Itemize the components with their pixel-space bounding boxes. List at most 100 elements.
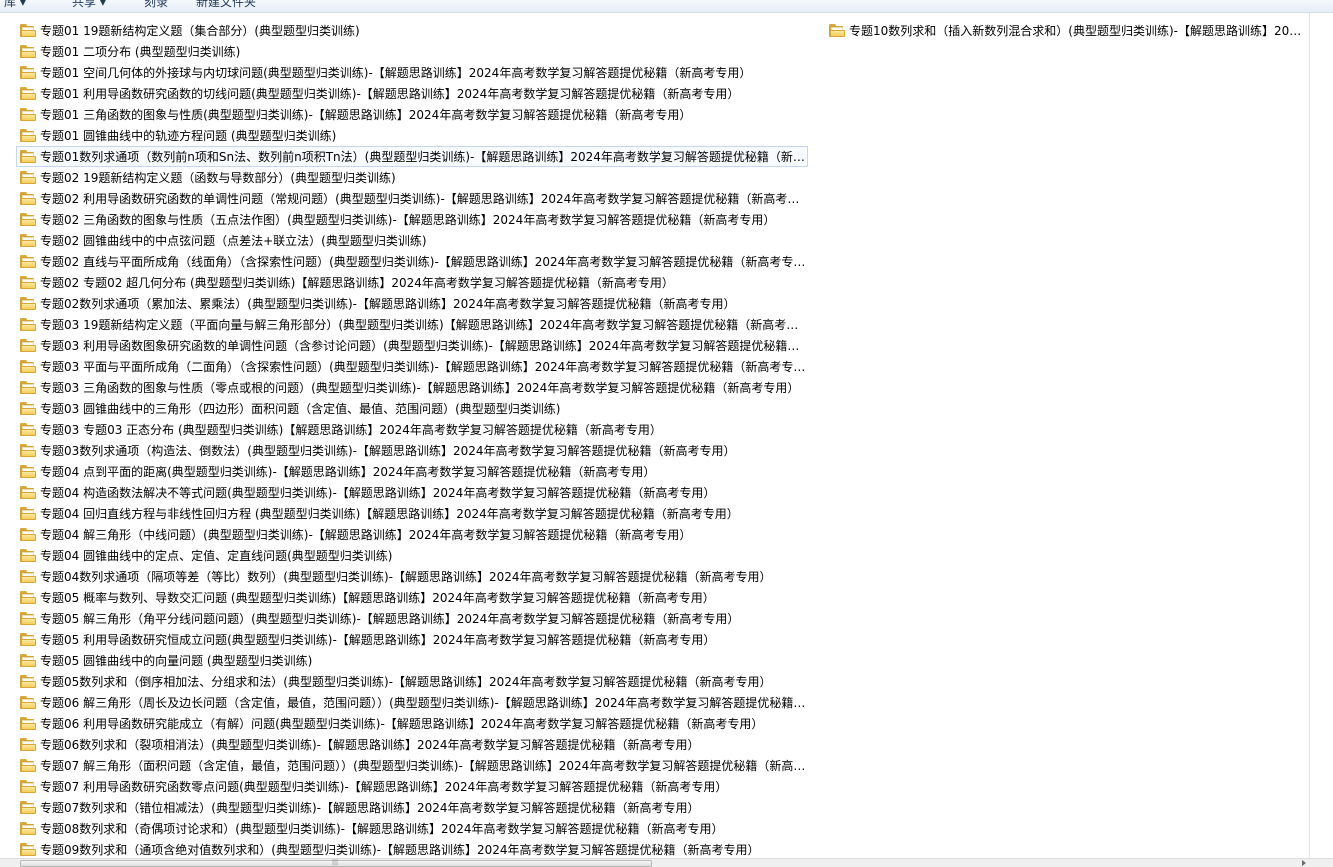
folder-item[interactable]: 专题03 圆锥曲线中的三角形（四边形）面积问题（含定值、最值、范围问题）(典型题… [16,398,808,419]
folder-icon [20,318,36,331]
folder-name: 专题02 19题新结构定义题（函数与导数部分）(典型题型归类训练) [40,171,396,185]
right-pane-edge [1309,13,1333,858]
folder-icon [20,507,36,520]
folder-icon [20,780,36,793]
folder-icon [20,570,36,583]
folder-icon [20,171,36,184]
folder-icon [20,24,36,37]
folder-item[interactable]: 专题05数列求和（倒序相加法、分组求和法）(典型题型归类训练)-【解题思路训练】… [16,671,808,692]
folder-item[interactable]: 专题04 圆锥曲线中的定点、定值、定直线问题(典型题型归类训练) [16,545,808,566]
folder-icon [20,360,36,373]
folder-item[interactable]: 专题06数列求和（裂项相消法）(典型题型归类训练)-【解题思路训练】2024年高… [16,734,808,755]
folder-item[interactable]: 专题01 利用导函数研究函数的切线问题(典型题型归类训练)-【解题思路训练】20… [16,83,808,104]
folder-item[interactable]: 专题04 解三角形（中线问题）(典型题型归类训练)-【解题思路训练】2024年高… [16,524,808,545]
folder-name: 专题07 利用导函数研究函数零点问题(典型题型归类训练)-【解题思路训练】202… [40,780,728,794]
folder-item[interactable]: 专题06 利用导函数研究能成立（有解）问题(典型题型归类训练)-【解题思路训练】… [16,713,808,734]
folder-icon [20,696,36,709]
file-list-column-2: 专题10数列求和（插入新数列混合求和）(典型题型归类训练)-【解题思路训练】20… [825,20,1309,41]
folder-name: 专题01 三角函数的图象与性质(典型题型归类训练)-【解题思路训练】2024年高… [40,108,692,122]
folder-item[interactable]: 专题02 19题新结构定义题（函数与导数部分）(典型题型归类训练) [16,167,808,188]
folder-icon [20,87,36,100]
folder-icon [20,759,36,772]
folder-item[interactable]: 专题04 回归直线方程与非线性回归方程 (典型题型归类训练)【解题思路训练】20… [16,503,808,524]
folder-name: 专题03 19题新结构定义题（平面向量与解三角形部分）(典型题型归类训练)【解题… [40,318,807,332]
folder-item[interactable]: 专题05 圆锥曲线中的向量问题 (典型题型归类训练) [16,650,808,671]
folder-item[interactable]: 专题04 构造函数法解决不等式问题(典型题型归类训练)-【解题思路训练】2024… [16,482,808,503]
toolbar-burn-button[interactable]: 刻录 [144,0,168,10]
toolbar-new-folder-button[interactable]: 新建文件夹 [196,0,256,10]
folder-icon [20,738,36,751]
folder-item[interactable]: 专题07 解三角形（面积问题（含定值，最值，范围问题））(典型题型归类训练)-【… [16,755,808,776]
folder-name: 专题04 解三角形（中线问题）(典型题型归类训练)-【解题思路训练】2024年高… [40,528,692,542]
folder-item[interactable]: 专题04 点到平面的距离(典型题型归类训练)-【解题思路训练】2024年高考数学… [16,461,808,482]
folder-item[interactable]: 专题03 专题03 正态分布 (典型题型归类训练)【解题思路训练】2024年高考… [16,419,808,440]
folder-name: 专题06数列求和（裂项相消法）(典型题型归类训练)-【解题思路训练】2024年高… [40,738,700,752]
folder-name: 专题04数列求通项（隔项等差（等比）数列）(典型题型归类训练)-【解题思路训练】… [40,570,772,584]
folder-item[interactable]: 专题01 19题新结构定义题（集合部分）(典型题型归类训练) [16,20,808,41]
folder-icon [20,150,36,163]
folder-item[interactable]: 专题02 利用导函数研究函数的单调性问题（常规问题）(典型题型归类训练)-【解题… [16,188,808,209]
folder-item[interactable]: 专题10数列求和（插入新数列混合求和）(典型题型归类训练)-【解题思路训练】20… [825,20,1309,41]
toolbar-share-button[interactable]: 共享 ▾ [72,0,106,10]
folder-item[interactable]: 专题01 二项分布 (典型题型归类训练) [16,41,808,62]
horizontal-scrollbar[interactable]: ||| [0,858,1333,867]
folder-icon [20,801,36,814]
folder-item[interactable]: 专题01数列求通项（数列前n项和Sn法、数列前n项积Tn法）(典型题型归类训练)… [16,146,808,167]
folder-icon [20,633,36,646]
folder-icon [20,45,36,58]
folder-item[interactable]: 专题03 利用导函数图象研究函数的单调性问题（含参讨论问题）(典型题型归类训练)… [16,335,808,356]
folder-item[interactable]: 专题02数列求通项（累加法、累乘法）(典型题型归类训练)-【解题思路训练】202… [16,293,808,314]
folder-icon [20,402,36,415]
folder-item[interactable]: 专题08数列求和（奇偶项讨论求和）(典型题型归类训练)-【解题思路训练】2024… [16,818,808,839]
folder-icon [20,717,36,730]
folder-item[interactable]: 专题09数列求和（通项含绝对值数列求和）(典型题型归类训练)-【解题思路训练】2… [16,839,808,858]
folder-name: 专题10数列求和（插入新数列混合求和）(典型题型归类训练)-【解题思路训练】20… [849,24,1308,38]
folder-item[interactable]: 专题05 概率与数列、导数交汇问题 (典型题型归类训练)【解题思路训练】2024… [16,587,808,608]
folder-item[interactable]: 专题03 19题新结构定义题（平面向量与解三角形部分）(典型题型归类训练)【解题… [16,314,808,335]
folder-icon [829,24,845,37]
folder-item[interactable]: 专题04数列求通项（隔项等差（等比）数列）(典型题型归类训练)-【解题思路训练】… [16,566,808,587]
folder-name: 专题03数列求通项（构造法、倒数法）(典型题型归类训练)-【解题思路训练】202… [40,444,736,458]
folder-item[interactable]: 专题07数列求和（错位相减法）(典型题型归类训练)-【解题思路训练】2024年高… [16,797,808,818]
folder-item[interactable]: 专题07 利用导函数研究函数零点问题(典型题型归类训练)-【解题思路训练】202… [16,776,808,797]
folder-name: 专题01 圆锥曲线中的轨迹方程问题 (典型题型归类训练) [40,129,337,143]
folder-name: 专题02 利用导函数研究函数的单调性问题（常规问题）(典型题型归类训练)-【解题… [40,192,807,206]
folder-item[interactable]: 专题01 圆锥曲线中的轨迹方程问题 (典型题型归类训练) [16,125,808,146]
folder-icon [20,843,36,856]
folder-item[interactable]: 专题03 平面与平面所成角（二面角）（含探索性问题）(典型题型归类训练)-【解题… [16,356,808,377]
file-list-column-1: 专题01 19题新结构定义题（集合部分）(典型题型归类训练) 专题01 二项分布 … [16,20,808,858]
folder-item[interactable]: 专题06 解三角形（周长及边长问题（含定值，最值，范围问题））(典型题型归类训练… [16,692,808,713]
folder-icon [20,66,36,79]
folder-name: 专题02 直线与平面所成角（线面角）（含探索性问题）(典型题型归类训练)-【解题… [40,255,807,269]
folder-item[interactable]: 专题05 利用导函数研究恒成立问题(典型题型归类训练)-【解题思路训练】2024… [16,629,808,650]
folder-icon [20,129,36,142]
folder-item[interactable]: 专题02 直线与平面所成角（线面角）（含探索性问题）(典型题型归类训练)-【解题… [16,251,808,272]
folder-name: 专题05 利用导函数研究恒成立问题(典型题型归类训练)-【解题思路训练】2024… [40,633,716,647]
scrollbar-grip-icon: ||| [332,859,339,866]
folder-item[interactable]: 专题02 三角函数的图象与性质（五点法作图）(典型题型归类训练)-【解题思路训练… [16,209,808,230]
file-list: 专题01 19题新结构定义题（集合部分）(典型题型归类训练) 专题01 二项分布 … [0,13,1309,858]
folder-icon [20,423,36,436]
toolbar-library-button[interactable]: 库 ▾ [4,0,26,10]
folder-name: 专题01数列求通项（数列前n项和Sn法、数列前n项积Tn法）(典型题型归类训练)… [40,150,807,164]
folder-name: 专题04 圆锥曲线中的定点、定值、定直线问题(典型题型归类训练) [40,549,393,563]
folder-item[interactable]: 专题01 三角函数的图象与性质(典型题型归类训练)-【解题思路训练】2024年高… [16,104,808,125]
folder-name: 专题04 点到平面的距离(典型题型归类训练)-【解题思路训练】2024年高考数学… [40,465,656,479]
folder-icon [20,276,36,289]
folder-name: 专题02 三角函数的图象与性质（五点法作图）(典型题型归类训练)-【解题思路训练… [40,213,776,227]
folder-item[interactable]: 专题02 圆锥曲线中的中点弦问题（点差法+联立法）(典型题型归类训练) [16,230,808,251]
folder-name: 专题04 回归直线方程与非线性回归方程 (典型题型归类训练)【解题思路训练】20… [40,507,739,521]
folder-name: 专题01 19题新结构定义题（集合部分）(典型题型归类训练) [40,24,360,38]
folder-name: 专题01 空间几何体的外接球与内切球问题(典型题型归类训练)-【解题思路训练】2… [40,66,752,80]
folder-name: 专题08数列求和（奇偶项讨论求和）(典型题型归类训练)-【解题思路训练】2024… [40,822,724,836]
folder-name: 专题03 三角函数的图象与性质（零点或根的问题）(典型题型归类训练)-【解题思路… [40,381,800,395]
folder-item[interactable]: 专题03数列求通项（构造法、倒数法）(典型题型归类训练)-【解题思路训练】202… [16,440,808,461]
folder-item[interactable]: 专题03 三角函数的图象与性质（零点或根的问题）(典型题型归类训练)-【解题思路… [16,377,808,398]
scroll-right-arrow-icon[interactable] [1302,860,1306,866]
folder-item[interactable]: 专题02 专题02 超几何分布 (典型题型归类训练)【解题思路训练】2024年高… [16,272,808,293]
folder-icon [20,675,36,688]
folder-icon [20,486,36,499]
folder-item[interactable]: 专题01 空间几何体的外接球与内切球问题(典型题型归类训练)-【解题思路训练】2… [16,62,808,83]
folder-icon [20,339,36,352]
folder-item[interactable]: 专题05 解三角形（角平分线问题问题）(典型题型归类训练)-【解题思路训练】20… [16,608,808,629]
